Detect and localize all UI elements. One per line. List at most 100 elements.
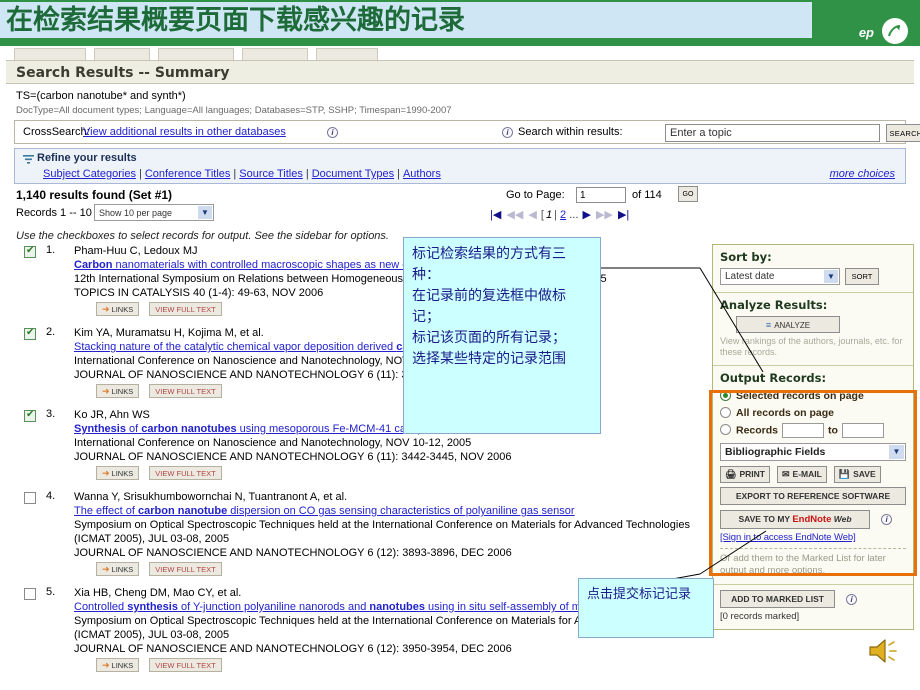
- record-authors: Wanna Y, Srisukhumbowornchai N, Tuantran…: [74, 491, 348, 503]
- search-within-input[interactable]: [665, 124, 880, 142]
- records-from-input[interactable]: [782, 423, 825, 438]
- view-full-text-button[interactable]: VIEW FULL TEXT: [149, 658, 222, 672]
- tab-remnant-3[interactable]: [158, 48, 234, 60]
- refine-link-source-titles[interactable]: Source Titles: [239, 168, 303, 180]
- links-button[interactable]: ➜ LINKS: [96, 658, 140, 672]
- record-checkbox[interactable]: [24, 245, 36, 258]
- radio-all-records[interactable]: [720, 407, 731, 418]
- speaker-icon[interactable]: [866, 634, 902, 668]
- sort-by-value: Latest date: [725, 271, 775, 282]
- output-actions-row: 🖨 PRINT ✉ E-MAIL 💾 SAVE: [720, 466, 906, 483]
- chevron-down-icon: ▼: [198, 206, 212, 219]
- arrow-right-icon: ➜: [102, 468, 110, 478]
- record-checkbox[interactable]: [24, 588, 36, 600]
- view-full-text-button[interactable]: VIEW FULL TEXT: [149, 384, 222, 398]
- record-title[interactable]: Carbon nanomaterials with controlled mac…: [74, 258, 706, 272]
- record-number: 3.: [46, 408, 56, 420]
- crosssearch-link[interactable]: View additional results in other databas…: [83, 126, 286, 138]
- radio-selected-label: Selected records on page: [736, 390, 864, 402]
- record-checkbox[interactable]: [24, 327, 36, 340]
- radio-selected-records[interactable]: [720, 390, 731, 401]
- query-details: DocType=All document types; Language=All…: [16, 105, 452, 116]
- radio-records-range[interactable]: [720, 424, 731, 436]
- view-full-text-button[interactable]: VIEW FULL TEXT: [149, 562, 222, 576]
- sort-button[interactable]: SORT: [845, 268, 879, 285]
- record-checkbox[interactable]: [24, 492, 36, 504]
- fast-forward-button[interactable]: ▶▶: [595, 209, 614, 221]
- info-icon[interactable]: i: [846, 593, 858, 605]
- view-full-text-button[interactable]: VIEW FULL TEXT: [149, 466, 222, 480]
- info-icon[interactable]: i: [327, 127, 338, 138]
- go-to-page-label: Go to Page:: [506, 189, 565, 201]
- output-records-heading: Output Records:: [720, 371, 827, 385]
- tab-remnant-4[interactable]: [242, 48, 308, 60]
- radio-row-all[interactable]: All records on page: [720, 406, 906, 420]
- output-fields-select[interactable]: Bibliographic Fields ▼: [720, 443, 906, 461]
- radio-row-selected[interactable]: Selected records on page: [720, 389, 906, 403]
- email-button[interactable]: ✉ E-MAIL: [777, 466, 827, 483]
- results-count-row: 1,140 results found (Set #1) Records 1 -…: [6, 186, 914, 230]
- search-button[interactable]: SEARCH: [886, 124, 920, 142]
- go-button[interactable]: GO: [678, 186, 698, 202]
- record-source-conference: International Conference on Nanoscience …: [74, 437, 472, 449]
- record-title[interactable]: Stacking nature of the catalytic chemica…: [74, 340, 706, 354]
- prev-page-button[interactable]: ◀: [527, 209, 537, 221]
- records-range-label: Records 1 -- 10: [16, 207, 92, 219]
- tab-remnant-2[interactable]: [94, 48, 150, 60]
- radio-row-range[interactable]: Records to: [720, 423, 906, 438]
- last-page-button[interactable]: ▶|: [617, 209, 630, 221]
- output-records-section: Output Records: Selected records on page…: [713, 366, 913, 585]
- export-to-reference-software-button[interactable]: EXPORT TO REFERENCE SOFTWARE: [720, 487, 906, 505]
- refine-link-subject-categories[interactable]: Subject Categories: [43, 168, 136, 180]
- pager-ellipsis: ...: [569, 209, 579, 221]
- record-number: 1.: [46, 244, 56, 256]
- refine-link-conference-titles[interactable]: Conference Titles: [145, 168, 231, 180]
- table-row: 3. Ko JR, Ahn WS Synthesis of carbon nan…: [6, 408, 706, 481]
- refine-link-authors[interactable]: Authors: [403, 168, 441, 180]
- records-to-input[interactable]: [841, 423, 884, 438]
- record-source-journal: JOURNAL OF NANOSCIENCE AND NANOTECHNOLOG…: [74, 451, 512, 463]
- record-source-conference: Symposium on Optical Spectroscopic Techn…: [74, 519, 690, 545]
- record-source-conference: International Conference on Nanoscience …: [74, 355, 472, 367]
- brand-text: ep: [858, 25, 874, 40]
- printer-icon: 🖨: [725, 469, 737, 479]
- page-number-input[interactable]: [576, 187, 626, 203]
- add-to-marked-list-button[interactable]: ADD TO MARKED LIST: [720, 590, 835, 608]
- filter-icon: [23, 154, 34, 168]
- tab-strip: [0, 46, 920, 60]
- info-icon[interactable]: i: [502, 127, 513, 138]
- links-button[interactable]: ➜ LINKS: [96, 562, 140, 576]
- next-page-button[interactable]: ▶: [581, 209, 591, 221]
- record-checkbox[interactable]: [24, 409, 36, 422]
- analyze-button[interactable]: ≡ ANALYZE: [736, 316, 840, 333]
- endnote-signin-link[interactable]: [Sign in to access EndNote Web]: [720, 532, 906, 543]
- links-button[interactable]: ➜ LINKS: [96, 302, 140, 316]
- save-to-endnote-web-button[interactable]: SAVE TO MY EndNote Web: [720, 510, 870, 529]
- more-choices-link[interactable]: more choices: [830, 168, 895, 180]
- record-title[interactable]: The effect of carbon nanotube dispersion…: [74, 504, 706, 518]
- view-full-text-button[interactable]: VIEW FULL TEXT: [149, 302, 222, 316]
- annotation-callout-top: 标记检索结果的方式有三种： 在记录前的复选框中做标记； 标记该页面的所有记录； 选择某…: [403, 237, 601, 434]
- links-button[interactable]: ➜ LINKS: [96, 466, 140, 480]
- tab-remnant-5[interactable]: [316, 48, 378, 60]
- crosssearch-label: CrossSearch:: [23, 126, 90, 138]
- first-page-button[interactable]: |◀: [489, 209, 502, 221]
- save-button[interactable]: 💾 SAVE: [833, 466, 881, 483]
- arrow-right-icon: ➜: [102, 564, 110, 574]
- circle-arrow-icon: [882, 18, 908, 44]
- chevron-down-icon: ▼: [889, 445, 904, 459]
- per-page-select[interactable]: Show 10 per page ▼: [94, 204, 214, 221]
- record-title[interactable]: Synthesis of carbon nanotubes using meso…: [74, 422, 706, 436]
- record-number: 4.: [46, 490, 56, 502]
- print-button[interactable]: 🖨 PRINT: [720, 466, 770, 483]
- page-link-2[interactable]: 2: [560, 209, 566, 221]
- links-button[interactable]: ➜ LINKS: [96, 384, 140, 398]
- table-row: 4. Wanna Y, Srisukhumbowornchai N, Tuant…: [6, 490, 706, 577]
- fast-back-button[interactable]: ◀◀: [505, 209, 524, 221]
- refine-link-document-types[interactable]: Document Types: [312, 168, 394, 180]
- info-icon[interactable]: i: [881, 514, 893, 525]
- floppy-disk-icon: 💾: [838, 469, 851, 479]
- checkbox-hint: Use the checkboxes to select records for…: [16, 230, 389, 242]
- tab-remnant-1[interactable]: [14, 48, 86, 60]
- sort-by-select[interactable]: Latest date ▼: [720, 268, 840, 285]
